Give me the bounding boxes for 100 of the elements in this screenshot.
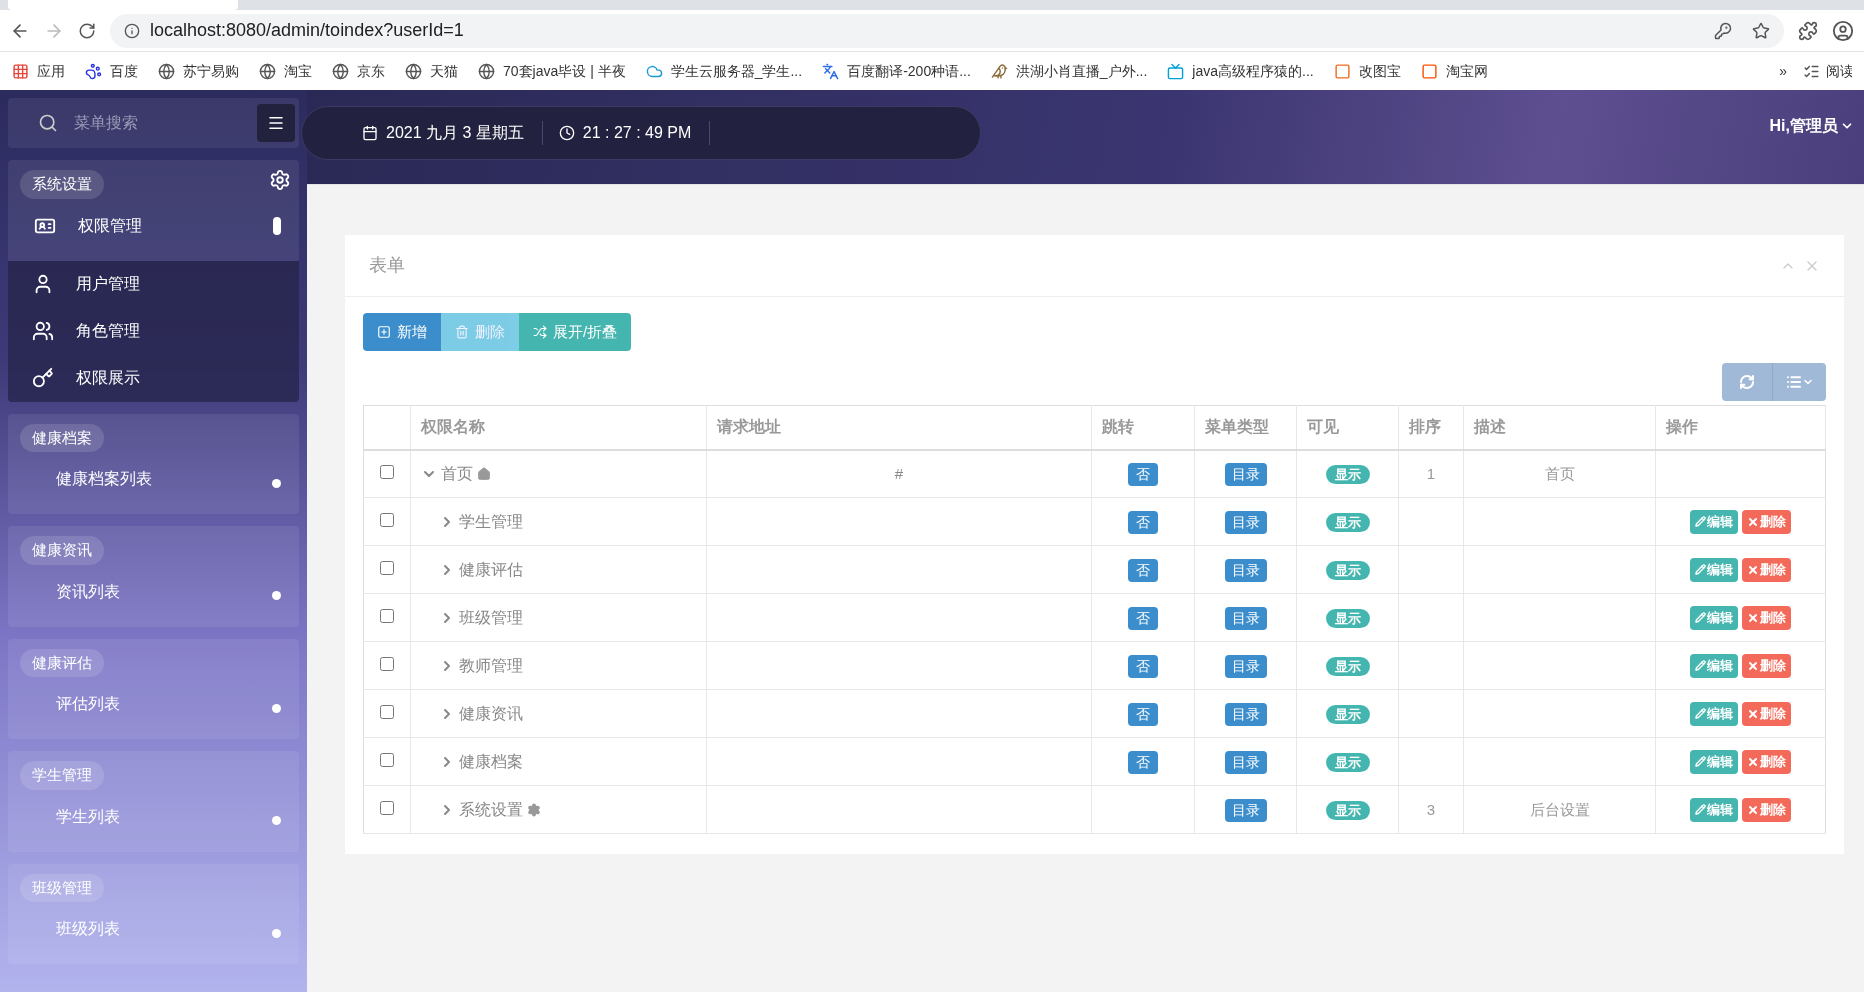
bookmark[interactable]: 百度翻译-200种语...	[822, 60, 971, 82]
bookmark-icon	[85, 62, 102, 80]
tree-node[interactable]: 健康资讯	[411, 701, 706, 726]
edit-button[interactable]: 编辑	[1690, 509, 1738, 534]
delete-icon	[455, 325, 469, 339]
bookmark[interactable]: 天猫	[405, 60, 458, 82]
users-icon	[32, 320, 54, 342]
date-text: 2021 九月 3 星期五	[386, 121, 543, 145]
submenu-item[interactable]: 角色管理	[8, 307, 299, 355]
type-tag: 目录	[1224, 750, 1267, 774]
menu-item[interactable]: 资讯列表	[8, 564, 299, 627]
type-tag: 目录	[1224, 510, 1267, 534]
bookmark[interactable]: 京东	[332, 60, 385, 82]
jump-tag: 否	[1128, 462, 1158, 486]
row-checkbox[interactable]	[380, 800, 394, 815]
column-header: 请求地址	[717, 418, 781, 436]
menu-item[interactable]: 班级列表	[8, 902, 299, 964]
group-title: 班级管理	[20, 873, 104, 902]
calendar-icon	[362, 125, 378, 141]
delete-button[interactable]: 删除	[1742, 557, 1791, 582]
time-text: 21 : 27 : 49 PM	[582, 121, 711, 145]
menu-toggle-button[interactable]	[257, 104, 295, 142]
tree-node[interactable]: 首页	[411, 461, 706, 486]
visible-tag: 显示	[1325, 608, 1370, 628]
edit-button[interactable]: 编辑	[1690, 797, 1738, 822]
x-icon	[1747, 659, 1759, 672]
row-checkbox[interactable]	[380, 560, 394, 575]
delete-button[interactable]: 删除	[1742, 797, 1791, 822]
x-icon	[1747, 707, 1759, 720]
search-bar[interactable]: 菜单搜索	[8, 98, 299, 148]
visible-tag: 显示	[1325, 656, 1370, 676]
group-title: 健康资讯	[20, 536, 104, 565]
row-checkbox[interactable]	[380, 704, 394, 719]
visible-tag: 显示	[1325, 512, 1370, 532]
delete-button[interactable]: 删除	[1742, 653, 1791, 678]
row-checkbox[interactable]	[380, 656, 394, 671]
bookmark[interactable]: 改图宝	[1333, 60, 1401, 82]
menu-search-field[interactable]: 菜单搜索	[74, 103, 257, 143]
tree-node[interactable]: 健康档案	[411, 749, 706, 774]
table-cell: #	[894, 464, 904, 482]
row-checkbox[interactable]	[380, 608, 394, 623]
row-checkbox[interactable]	[380, 464, 394, 479]
bookmark[interactable]: 淘宝	[259, 60, 312, 82]
bookmarks-overflow[interactable]: »	[1779, 60, 1787, 82]
bookmark[interactable]: 淘宝网	[1420, 60, 1488, 82]
visible-tag: 显示	[1325, 464, 1370, 485]
tree-node[interactable]: 系统设置	[411, 797, 706, 822]
bookmark-icon	[1333, 62, 1351, 80]
key-icon	[32, 367, 54, 389]
row-checkbox[interactable]	[380, 512, 394, 527]
type-tag: 目录	[1224, 798, 1267, 822]
bookmark[interactable]: 百度	[85, 60, 138, 82]
edit-button[interactable]: 编辑	[1690, 701, 1738, 726]
bookmark[interactable]: java高级程序猿的...	[1167, 60, 1314, 82]
bookmark[interactable]: 学生云服务器_学生...	[645, 60, 803, 82]
menu-item[interactable]: 权限管理	[8, 198, 299, 261]
toggle-icon	[533, 325, 547, 339]
star-icon[interactable]	[1752, 21, 1770, 40]
bookmark[interactable]: 应用	[12, 60, 65, 82]
extensions-icon[interactable]	[1798, 20, 1818, 41]
reload-icon[interactable]	[78, 21, 96, 40]
visible-tag: 显示	[1325, 560, 1370, 580]
tree-node[interactable]: 健康评估	[411, 557, 706, 582]
menu-icon	[267, 114, 285, 132]
edit-button[interactable]: 编辑	[1690, 557, 1738, 582]
delete-button[interactable]: 删除	[1742, 701, 1791, 726]
group-title: 健康评估	[20, 648, 104, 677]
toggle-button[interactable]: 展开/折叠	[519, 313, 632, 351]
delete-button[interactable]: 删除	[1742, 605, 1791, 630]
bookmark[interactable]: 洪湖小肖直播_户外...	[990, 60, 1148, 82]
x-icon	[1747, 611, 1759, 624]
edit-button[interactable]: 编辑	[1690, 605, 1738, 630]
menu-item[interactable]: 评估列表	[8, 677, 299, 739]
info-icon[interactable]	[124, 22, 140, 39]
tree-node[interactable]: 学生管理	[411, 509, 706, 534]
tree-node[interactable]: 教师管理	[411, 653, 706, 678]
refresh-icon	[1739, 374, 1755, 390]
key-icon[interactable]	[1714, 21, 1732, 40]
row-checkbox[interactable]	[380, 752, 394, 767]
settings-icon[interactable]	[269, 169, 291, 192]
x-icon	[1747, 755, 1759, 768]
bookmark-icon	[158, 62, 175, 80]
edit-button[interactable]: 编辑	[1690, 749, 1738, 774]
menu-item[interactable]: 学生列表	[8, 789, 299, 852]
bookmark-icon	[1167, 62, 1185, 80]
address-bar[interactable]: localhost:8080/admin/toindex?userId=1	[110, 13, 1784, 48]
tree-node[interactable]: 班级管理	[411, 605, 706, 630]
user-menu[interactable]: Hi,管理员	[1769, 114, 1854, 138]
add-button[interactable]: 新增	[363, 313, 441, 351]
profile-icon[interactable]	[1832, 19, 1854, 42]
edit-button[interactable]: 编辑	[1690, 653, 1738, 678]
menu-item[interactable]: 健康档案列表	[8, 452, 299, 514]
delete-button[interactable]: 删除	[1742, 509, 1791, 534]
delete-button[interactable]: 删除	[1742, 749, 1791, 774]
table-cell: 首页	[1544, 464, 1575, 482]
bookmark[interactable]: 苏宁易购	[158, 60, 239, 82]
clock-icon	[558, 125, 575, 141]
submenu-item[interactable]: 权限展示	[8, 354, 299, 402]
submenu-item[interactable]: 用户管理	[8, 260, 299, 308]
bookmark[interactable]: 70套java毕设 | 半夜	[478, 60, 626, 82]
